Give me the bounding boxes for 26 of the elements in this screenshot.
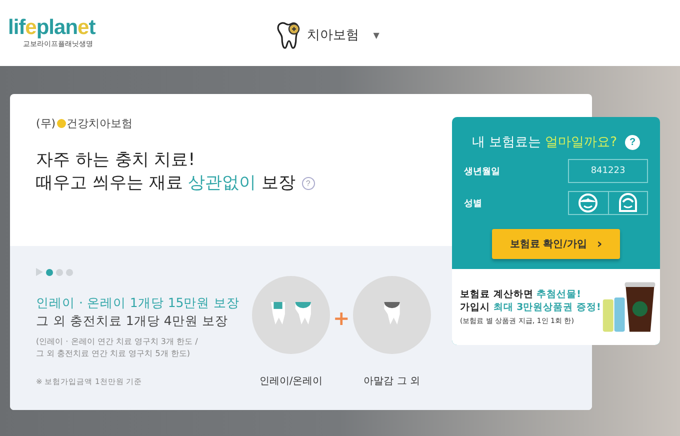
promo-text: 보험료 계산하면 추첨선물!: [460, 288, 582, 301]
girl-face-icon: [618, 193, 638, 213]
plus-sign: +: [333, 306, 350, 330]
logo-wordmark[interactable]: lifeplanet: [8, 17, 96, 39]
illustration-caption: 인레이/온레이: [259, 375, 323, 388]
help-button[interactable]: ?: [302, 177, 315, 190]
carousel-dot[interactable]: [56, 268, 63, 276]
birthdate-label: 생년월일: [464, 166, 500, 178]
carousel-dot[interactable]: [46, 268, 53, 276]
panel-title: 내 보험료는 얼마일까요?: [472, 134, 618, 151]
product-dropdown[interactable]: 치아보험 ▼: [307, 26, 380, 44]
help-button[interactable]: ?: [625, 134, 640, 150]
carousel-dot[interactable]: [66, 268, 73, 276]
gender-label: 성별: [464, 198, 482, 210]
limit-text: (인레이 · 온레이 연간 치료 영구치 3개 한도 / 그 외 충전치료 연간 치료 영구치 5개 한도): [36, 336, 199, 360]
submit-button[interactable]: 보험료 확인/가입 ›: [492, 229, 620, 259]
play-icon[interactable]: [36, 268, 43, 276]
illustration-caption: 아말감 그 외: [364, 375, 420, 388]
tooth-icon: [275, 20, 302, 50]
boy-face-icon: [578, 193, 598, 213]
headline-text: 때우고 씌우는 재료 상관없이 보장 ?: [36, 172, 315, 195]
coverage-text: 그 외 충전치료 1개당 4만원 보장: [36, 312, 229, 330]
birthdate-field[interactable]: 841223: [568, 159, 648, 183]
headline-text: 자주 하는 충치 치료!: [36, 149, 196, 172]
coverage-text: 인레이 · 온레이 1개당 15만원 보장: [36, 294, 241, 312]
promo-text: 가입시 최대 3만원상품권 증정!: [460, 301, 601, 314]
